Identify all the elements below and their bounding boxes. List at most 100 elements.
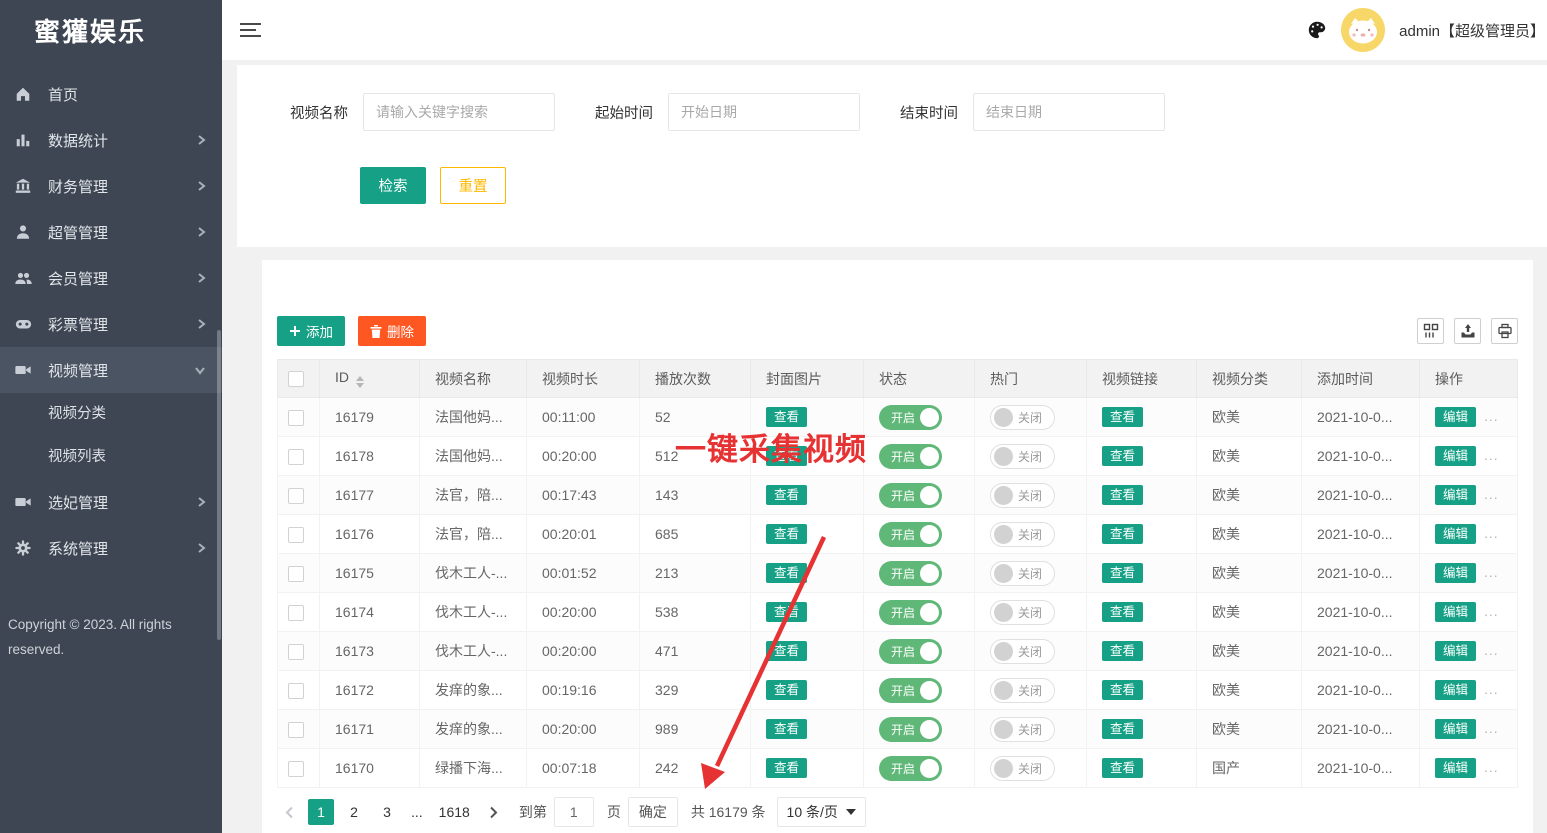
row-checkbox[interactable]	[288, 643, 304, 660]
row-checkbox[interactable]	[288, 760, 304, 777]
more-actions[interactable]: ...	[1484, 525, 1499, 541]
view-link-button[interactable]: 查看	[1102, 406, 1144, 428]
row-checkbox[interactable]	[288, 487, 304, 504]
per-page-select[interactable]: 10 条/页	[776, 797, 866, 827]
page-number-2[interactable]: 2	[341, 799, 367, 825]
sidebar-item-statistics[interactable]: 数据统计	[0, 117, 222, 163]
row-checkbox[interactable]	[288, 448, 304, 465]
more-actions[interactable]: ...	[1484, 642, 1499, 658]
hot-toggle[interactable]: 关闭	[990, 560, 1056, 586]
hot-toggle[interactable]: 关闭	[990, 599, 1056, 625]
view-cover-button[interactable]: 查看	[766, 484, 808, 506]
edit-button[interactable]: 编辑	[1435, 757, 1477, 779]
edit-button[interactable]: 编辑	[1435, 718, 1477, 740]
view-cover-button[interactable]: 查看	[766, 718, 808, 740]
sidebar-scrollbar[interactable]	[217, 330, 221, 640]
hot-toggle[interactable]: 关闭	[990, 404, 1056, 430]
sidebar-item-lottery[interactable]: 彩票管理	[0, 301, 222, 347]
more-actions[interactable]: ...	[1484, 447, 1499, 463]
page-jump-input[interactable]	[553, 797, 594, 827]
edit-button[interactable]: 编辑	[1435, 484, 1477, 506]
edit-button[interactable]: 编辑	[1435, 445, 1477, 467]
status-toggle[interactable]: 开启	[879, 755, 943, 781]
status-toggle[interactable]: 开启	[879, 560, 943, 586]
select-all-checkbox[interactable]	[288, 371, 304, 388]
view-cover-button[interactable]: 查看	[766, 679, 808, 701]
row-checkbox[interactable]	[288, 721, 304, 738]
view-link-button[interactable]: 查看	[1102, 640, 1144, 662]
sort-icon[interactable]	[356, 376, 364, 388]
filter-columns-icon[interactable]	[1417, 318, 1444, 344]
page-number-last[interactable]: 1618	[434, 799, 475, 825]
sidebar-item-admins[interactable]: 超管管理	[0, 209, 222, 255]
hot-toggle[interactable]: 关闭	[990, 482, 1056, 508]
row-checkbox[interactable]	[288, 409, 304, 426]
video-name-input[interactable]	[363, 93, 555, 131]
view-link-button[interactable]: 查看	[1102, 523, 1144, 545]
current-user-label[interactable]: admin【超级管理员】	[1399, 20, 1545, 41]
more-actions[interactable]: ...	[1484, 603, 1499, 619]
hot-toggle[interactable]: 关闭	[990, 755, 1056, 781]
menu-toggle-icon[interactable]	[240, 19, 262, 41]
hot-toggle[interactable]: 关闭	[990, 443, 1056, 469]
sidebar-item-finance[interactable]: 财务管理	[0, 163, 222, 209]
view-link-button[interactable]: 查看	[1102, 757, 1144, 779]
confirm-button[interactable]: 确定	[627, 797, 678, 827]
edit-button[interactable]: 编辑	[1435, 562, 1477, 584]
export-icon[interactable]	[1454, 318, 1481, 344]
sidebar-item-video[interactable]: 视频管理	[0, 347, 222, 393]
hot-toggle[interactable]: 关闭	[990, 677, 1056, 703]
more-actions[interactable]: ...	[1484, 720, 1499, 736]
status-toggle[interactable]: 开启	[879, 482, 943, 508]
end-date-input[interactable]	[973, 93, 1165, 131]
sidebar-item-girl[interactable]: 选妃管理	[0, 479, 222, 525]
status-toggle[interactable]: 开启	[879, 521, 943, 547]
sidebar-item-members[interactable]: 会员管理	[0, 255, 222, 301]
page-number-3[interactable]: 3	[374, 799, 400, 825]
hot-toggle[interactable]: 关闭	[990, 716, 1056, 742]
view-cover-button[interactable]: 查看	[766, 562, 808, 584]
more-actions[interactable]: ...	[1484, 408, 1499, 424]
status-toggle[interactable]: 开启	[879, 404, 943, 430]
more-actions[interactable]: ...	[1484, 681, 1499, 697]
view-link-button[interactable]: 查看	[1102, 445, 1144, 467]
start-date-input[interactable]	[668, 93, 860, 131]
view-cover-button[interactable]: 查看	[766, 523, 808, 545]
edit-button[interactable]: 编辑	[1435, 406, 1477, 428]
status-toggle[interactable]: 开启	[879, 716, 943, 742]
row-checkbox[interactable]	[288, 604, 304, 621]
view-link-button[interactable]: 查看	[1102, 718, 1144, 740]
row-checkbox[interactable]	[288, 526, 304, 543]
hot-toggle[interactable]: 关闭	[990, 638, 1056, 664]
view-cover-button[interactable]: 查看	[766, 601, 808, 623]
user-avatar[interactable]	[1341, 8, 1386, 52]
more-actions[interactable]: ...	[1484, 564, 1499, 580]
delete-button[interactable]: 删除	[358, 316, 426, 346]
row-checkbox[interactable]	[288, 682, 304, 699]
theme-palette-icon[interactable]	[1307, 20, 1327, 40]
reset-button[interactable]: 重置	[440, 167, 506, 204]
view-cover-button[interactable]: 查看	[766, 640, 808, 662]
status-toggle[interactable]: 开启	[879, 443, 943, 469]
sidebar-item-system[interactable]: 系统管理	[0, 525, 222, 571]
next-page-button[interactable]	[482, 799, 506, 825]
edit-button[interactable]: 编辑	[1435, 679, 1477, 701]
edit-button[interactable]: 编辑	[1435, 640, 1477, 662]
more-actions[interactable]: ...	[1484, 486, 1499, 502]
edit-button[interactable]: 编辑	[1435, 601, 1477, 623]
prev-page-button[interactable]	[277, 799, 301, 825]
status-toggle[interactable]: 开启	[879, 599, 943, 625]
add-button[interactable]: 添加	[277, 316, 345, 346]
sidebar-item-home[interactable]: 首页	[0, 71, 222, 117]
view-cover-button[interactable]: 查看	[766, 757, 808, 779]
search-button[interactable]: 检索	[360, 167, 426, 204]
status-toggle[interactable]: 开启	[879, 677, 943, 703]
sidebar-item-video-category[interactable]: 视频分类	[0, 393, 222, 436]
sidebar-item-video-list[interactable]: 视频列表	[0, 436, 222, 479]
view-link-button[interactable]: 查看	[1102, 601, 1144, 623]
status-toggle[interactable]: 开启	[879, 638, 943, 664]
print-icon[interactable]	[1491, 318, 1518, 344]
view-link-button[interactable]: 查看	[1102, 679, 1144, 701]
edit-button[interactable]: 编辑	[1435, 523, 1477, 545]
view-link-button[interactable]: 查看	[1102, 484, 1144, 506]
